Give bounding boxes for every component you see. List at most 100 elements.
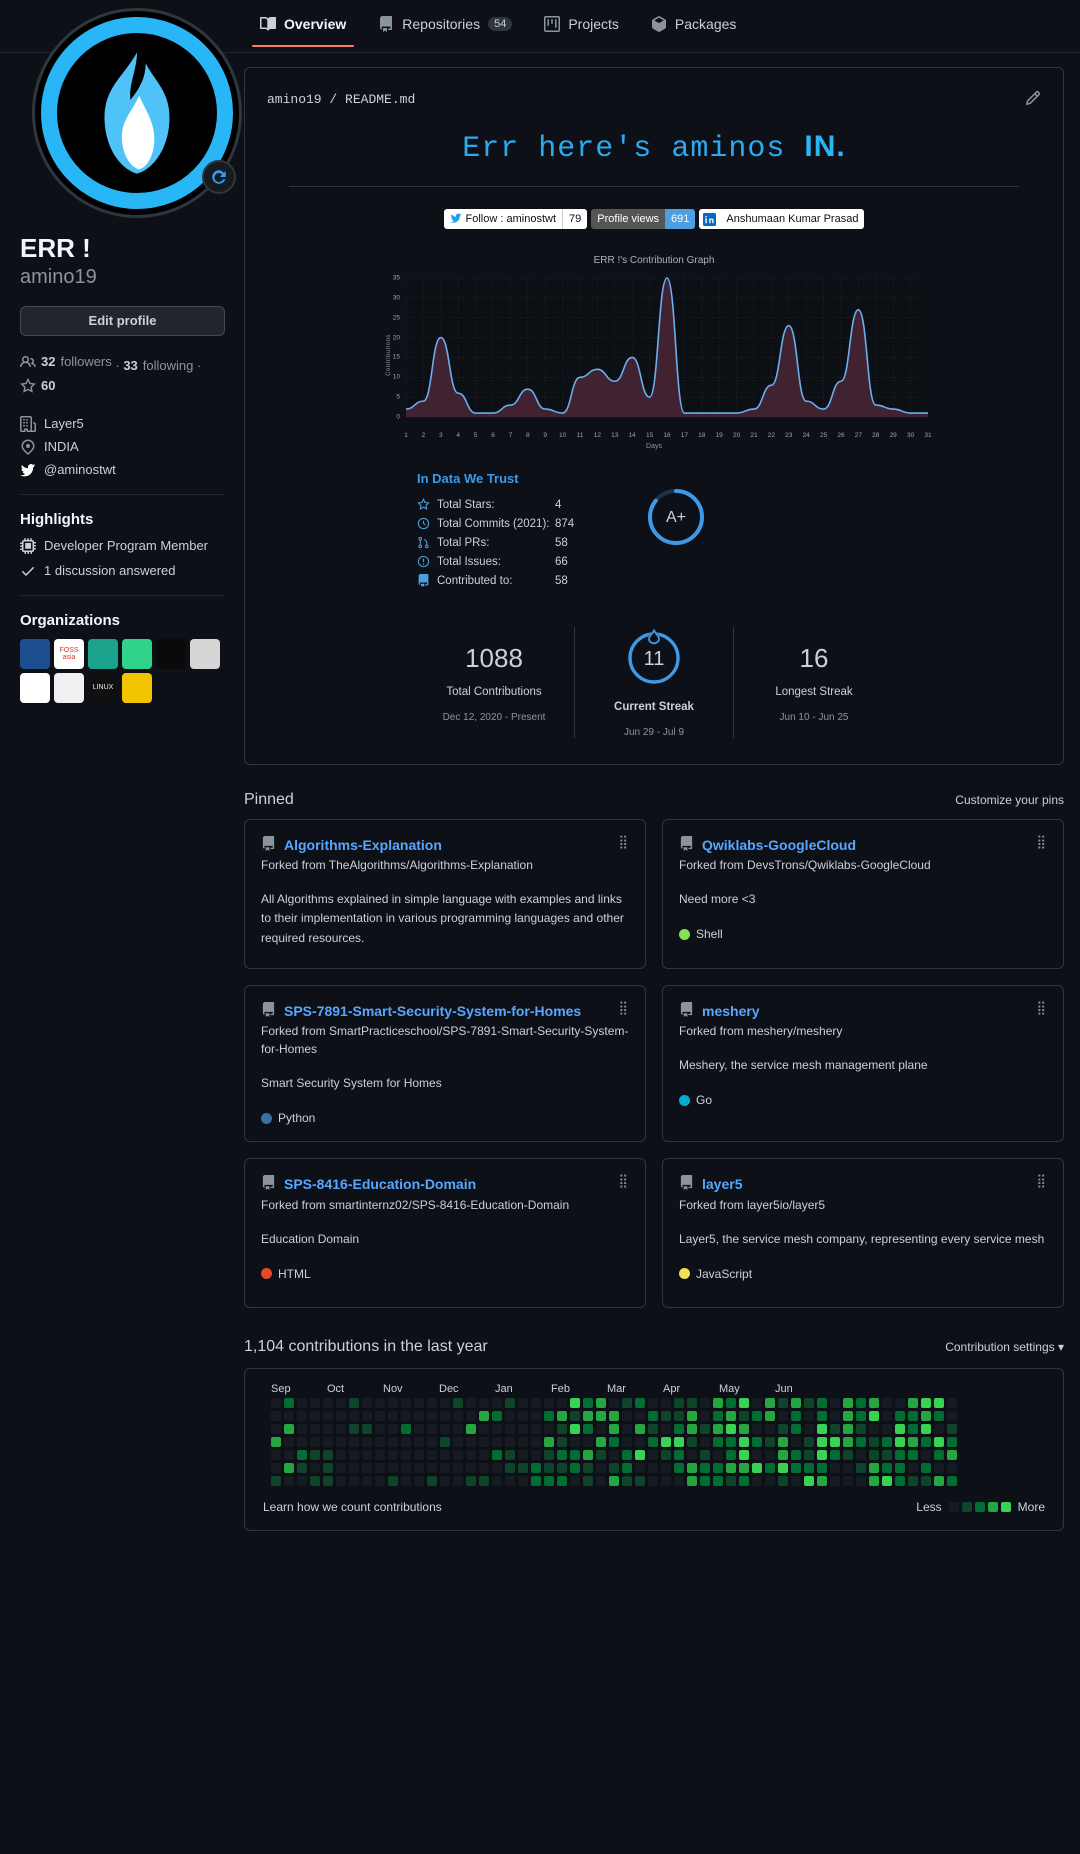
calendar-day-cell[interactable] [388, 1411, 398, 1422]
calendar-day-cell[interactable] [804, 1463, 814, 1474]
calendar-day-cell[interactable] [687, 1398, 697, 1409]
calendar-day-cell[interactable] [895, 1424, 905, 1435]
calendar-day-cell[interactable] [453, 1411, 463, 1422]
calendar-day-cell[interactable] [648, 1411, 658, 1422]
calendar-day-cell[interactable] [505, 1437, 515, 1448]
calendar-day-cell[interactable] [466, 1476, 476, 1487]
calendar-day-cell[interactable] [791, 1411, 801, 1422]
calendar-day-cell[interactable] [635, 1398, 645, 1409]
calendar-day-cell[interactable] [648, 1398, 658, 1409]
calendar-day-cell[interactable] [687, 1463, 697, 1474]
calendar-day-cell[interactable] [518, 1476, 528, 1487]
calendar-day-cell[interactable] [531, 1463, 541, 1474]
calendar-day-cell[interactable] [479, 1437, 489, 1448]
calendar-day-cell[interactable] [271, 1463, 281, 1474]
organization-avatar[interactable] [122, 638, 152, 669]
calendar-day-cell[interactable] [310, 1411, 320, 1422]
calendar-day-cell[interactable] [947, 1424, 957, 1435]
calendar-day-cell[interactable] [622, 1437, 632, 1448]
company-row[interactable]: Layer5 [20, 415, 224, 432]
calendar-day-cell[interactable] [726, 1450, 736, 1461]
calendar-day-cell[interactable] [440, 1411, 450, 1422]
calendar-day-cell[interactable] [284, 1398, 294, 1409]
organization-avatar[interactable] [190, 638, 220, 669]
calendar-day-cell[interactable] [284, 1450, 294, 1461]
calendar-day-cell[interactable] [570, 1437, 580, 1448]
calendar-day-cell[interactable] [466, 1437, 476, 1448]
drag-handle-icon[interactable]: ⣿ [1036, 835, 1047, 848]
calendar-day-cell[interactable] [323, 1463, 333, 1474]
calendar-day-cell[interactable] [856, 1463, 866, 1474]
calendar-day-cell[interactable] [362, 1411, 372, 1422]
calendar-day-cell[interactable] [336, 1463, 346, 1474]
calendar-day-cell[interactable] [323, 1476, 333, 1487]
calendar-day-cell[interactable] [713, 1463, 723, 1474]
calendar-day-cell[interactable] [752, 1424, 762, 1435]
calendar-day-cell[interactable] [804, 1450, 814, 1461]
calendar-day-cell[interactable] [661, 1437, 671, 1448]
calendar-day-cell[interactable] [401, 1424, 411, 1435]
badge-twitter-follow[interactable]: Follow : aminostwt 79 [443, 209, 588, 229]
calendar-day-cell[interactable] [505, 1424, 515, 1435]
calendar-day-cell[interactable] [830, 1476, 840, 1487]
calendar-day-cell[interactable] [297, 1437, 307, 1448]
calendar-day-cell[interactable] [349, 1424, 359, 1435]
calendar-day-cell[interactable] [362, 1398, 372, 1409]
calendar-day-cell[interactable] [739, 1437, 749, 1448]
calendar-day-cell[interactable] [414, 1437, 424, 1448]
calendar-day-cell[interactable] [453, 1450, 463, 1461]
calendar-day-cell[interactable] [856, 1424, 866, 1435]
calendar-day-cell[interactable] [453, 1437, 463, 1448]
calendar-day-cell[interactable] [726, 1476, 736, 1487]
calendar-day-cell[interactable] [375, 1476, 385, 1487]
calendar-day-cell[interactable] [518, 1398, 528, 1409]
calendar-day-cell[interactable] [609, 1424, 619, 1435]
calendar-day-cell[interactable] [583, 1437, 593, 1448]
calendar-day-cell[interactable] [362, 1437, 372, 1448]
calendar-day-cell[interactable] [778, 1411, 788, 1422]
calendar-day-cell[interactable] [570, 1463, 580, 1474]
calendar-day-cell[interactable] [414, 1476, 424, 1487]
calendar-day-cell[interactable] [622, 1424, 632, 1435]
calendar-day-cell[interactable] [466, 1411, 476, 1422]
calendar-day-cell[interactable] [700, 1450, 710, 1461]
calendar-day-cell[interactable] [765, 1476, 775, 1487]
calendar-day-cell[interactable] [908, 1411, 918, 1422]
calendar-day-cell[interactable] [323, 1411, 333, 1422]
calendar-day-cell[interactable] [934, 1398, 944, 1409]
calendar-day-cell[interactable] [869, 1411, 879, 1422]
calendar-day-cell[interactable] [297, 1424, 307, 1435]
calendar-day-cell[interactable] [414, 1463, 424, 1474]
calendar-day-cell[interactable] [492, 1398, 502, 1409]
calendar-day-cell[interactable] [349, 1437, 359, 1448]
calendar-day-cell[interactable] [635, 1463, 645, 1474]
calendar-day-cell[interactable] [557, 1450, 567, 1461]
calendar-day-cell[interactable] [323, 1450, 333, 1461]
calendar-day-cell[interactable] [934, 1463, 944, 1474]
pinned-repo-name[interactable]: SPS-7891-Smart-Security-System-for-Homes [284, 1002, 610, 1020]
calendar-day-cell[interactable] [856, 1450, 866, 1461]
calendar-day-cell[interactable] [934, 1411, 944, 1422]
calendar-day-cell[interactable] [934, 1476, 944, 1487]
calendar-day-cell[interactable] [492, 1450, 502, 1461]
calendar-day-cell[interactable] [596, 1450, 606, 1461]
calendar-day-cell[interactable] [518, 1437, 528, 1448]
pinned-repo-card[interactable]: Algorithms-Explanation ⣿ Forked from TheAl… [244, 819, 646, 969]
calendar-day-cell[interactable] [505, 1398, 515, 1409]
calendar-day-cell[interactable] [648, 1463, 658, 1474]
calendar-day-cell[interactable] [570, 1411, 580, 1422]
calendar-day-cell[interactable] [869, 1476, 879, 1487]
calendar-day-cell[interactable] [674, 1411, 684, 1422]
calendar-day-cell[interactable] [700, 1437, 710, 1448]
calendar-day-cell[interactable] [518, 1450, 528, 1461]
calendar-day-cell[interactable] [596, 1476, 606, 1487]
learn-how-link[interactable]: Learn how we count contributions [263, 1500, 442, 1514]
calendar-day-cell[interactable] [388, 1476, 398, 1487]
calendar-day-cell[interactable] [739, 1398, 749, 1409]
calendar-day-cell[interactable] [531, 1424, 541, 1435]
calendar-day-cell[interactable] [791, 1398, 801, 1409]
calendar-day-cell[interactable] [882, 1437, 892, 1448]
calendar-day-cell[interactable] [518, 1411, 528, 1422]
calendar-day-cell[interactable] [934, 1450, 944, 1461]
calendar-day-cell[interactable] [557, 1411, 567, 1422]
